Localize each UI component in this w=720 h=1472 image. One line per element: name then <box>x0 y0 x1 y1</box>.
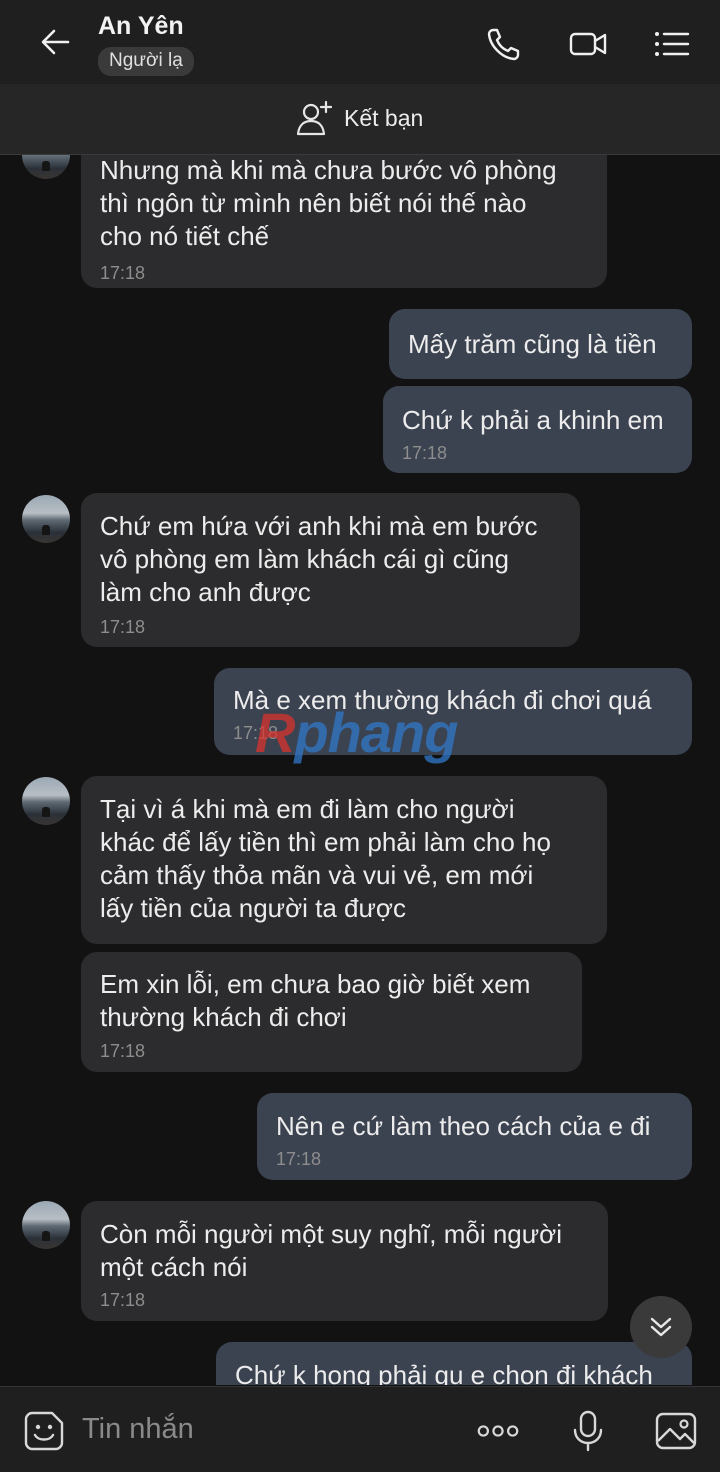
microphone-icon[interactable] <box>566 1409 610 1453</box>
message-bubble-incoming[interactable]: Chứ em hứa với anh khi mà em bước vô phò… <box>81 493 580 647</box>
stranger-badge: Người lạ <box>98 47 194 76</box>
message-text: Tại vì á khi mà em đi làm cho người khác… <box>100 794 551 923</box>
message-bubble-outgoing[interactable]: Chứ k phải a khinh em 17:18 <box>383 386 692 473</box>
message-text: Nên e cứ làm theo cách của e đi <box>276 1111 651 1141</box>
image-gallery-icon[interactable] <box>654 1409 698 1453</box>
message-text: Mấy trăm cũng là tiền <box>408 329 657 359</box>
double-chevron-down-icon <box>650 1317 672 1337</box>
emoji-sticker-icon[interactable] <box>22 1409 66 1453</box>
menu-list-icon[interactable] <box>652 24 692 64</box>
message-bubble-outgoing[interactable]: Chứ k hong phải gu e chọn đi khách <box>216 1342 692 1385</box>
message-input[interactable]: Tin nhắn <box>82 1413 194 1446</box>
message-bubble-incoming[interactable]: Nhưng mà khi mà chưa bước vô phòng thì n… <box>81 155 607 288</box>
add-friend-button[interactable]: Kết bạn <box>296 98 423 138</box>
scroll-to-bottom-button[interactable] <box>630 1296 692 1358</box>
back-arrow-icon[interactable] <box>36 22 76 62</box>
message-time: 17:18 <box>276 1149 322 1169</box>
message-bubble-incoming[interactable]: Em xin lỗi, em chưa bao giờ biết xem thư… <box>81 952 582 1072</box>
contact-avatar[interactable] <box>22 1201 70 1249</box>
chat-header: An Yên Người lạ <box>0 0 720 84</box>
message-time: 17:18 <box>100 617 146 637</box>
contact-avatar[interactable] <box>22 495 70 543</box>
more-options-icon[interactable] <box>476 1409 520 1453</box>
message-bubble-outgoing[interactable]: Mấy trăm cũng là tiền <box>389 309 692 379</box>
message-time: 17:18 <box>100 1041 146 1061</box>
message-text: Chứ k phải a khinh em <box>402 405 664 435</box>
message-composer: Tin nhắn <box>0 1386 720 1472</box>
message-bubble-outgoing[interactable]: Nên e cứ làm theo cách của e đi 17:18 <box>257 1093 692 1180</box>
video-call-icon[interactable] <box>568 24 608 64</box>
message-time: 17:18 <box>100 1290 146 1310</box>
message-bubble-incoming[interactable]: Còn mỗi người một suy nghĩ, mỗi người mộ… <box>81 1201 608 1321</box>
message-text: Chứ em hứa với anh khi mà em bước vô phò… <box>100 511 538 607</box>
message-bubble-incoming[interactable]: Tại vì á khi mà em đi làm cho người khác… <box>81 776 607 944</box>
message-time: 17:18 <box>402 443 448 463</box>
message-text: Nhưng mà khi mà chưa bước vô phòng thì n… <box>100 155 557 251</box>
message-text: Chứ k hong phải gu e chọn đi khách <box>235 1360 653 1385</box>
add-friend-label: Kết bạn <box>344 104 424 131</box>
add-friend-bar[interactable]: Kết bạn <box>0 84 720 155</box>
message-text: Em xin lỗi, em chưa bao giờ biết xem thư… <box>100 969 531 1032</box>
add-friend-icon <box>296 100 333 136</box>
contact-avatar[interactable] <box>22 155 70 179</box>
message-text: Còn mỗi người một suy nghĩ, mỗi người mộ… <box>100 1219 562 1282</box>
phone-icon[interactable] <box>484 24 524 64</box>
message-time: 17:18 <box>100 263 146 283</box>
watermark-logo: Rphang <box>255 701 458 764</box>
contact-name[interactable]: An Yên <box>98 12 184 41</box>
contact-avatar[interactable] <box>22 777 70 825</box>
message-list[interactable]: Nhưng mà khi mà chưa bước vô phòng thì n… <box>0 155 720 1385</box>
